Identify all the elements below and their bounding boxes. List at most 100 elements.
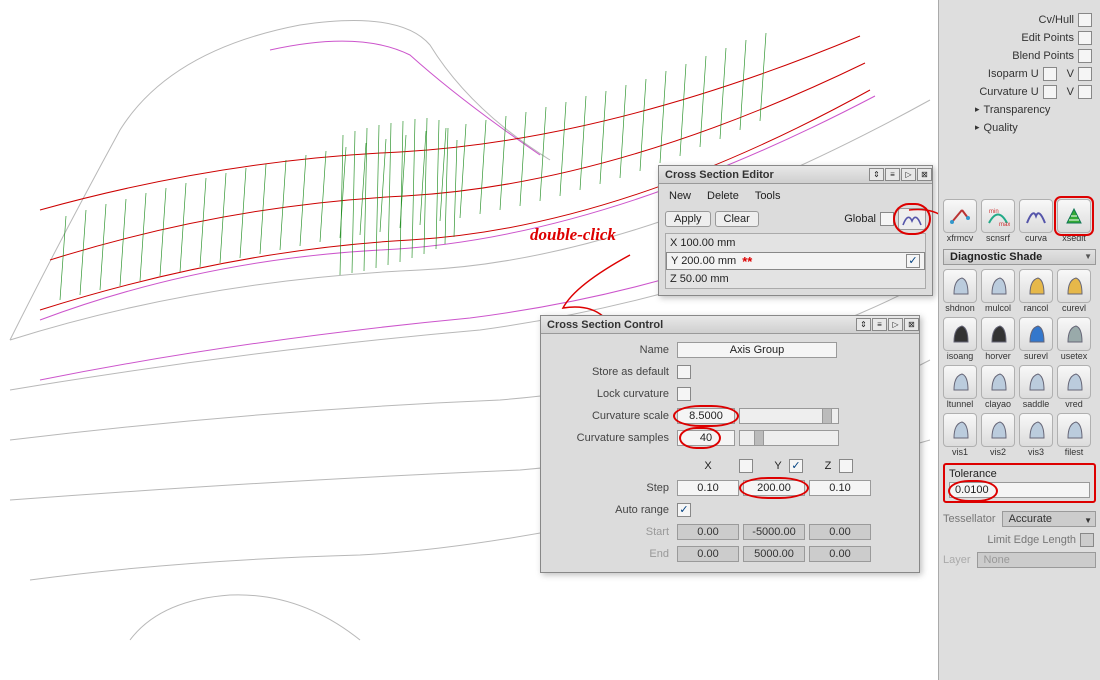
section-row-y[interactable]: Y 200.00 mm ** <box>666 252 925 270</box>
name-label: Name <box>547 344 677 356</box>
saddle-tool[interactable] <box>1019 365 1053 399</box>
section-row-x[interactable]: X 100.00 mm <box>666 234 925 252</box>
shdnon-tool[interactable] <box>943 269 977 303</box>
cross-section-editor-panel: Cross Section Editor ⇕ ≡ ▷ ⊠ New Delete … <box>658 165 933 296</box>
start-y-field: -5000.00 <box>743 524 805 540</box>
shdnon-label: shdnon <box>943 303 977 313</box>
arrow-right-icon[interactable]: ▸ <box>975 122 980 133</box>
svg-text:max: max <box>999 222 1010 228</box>
start-x-field: 0.00 <box>677 524 739 540</box>
lock-curvature-check[interactable] <box>677 387 691 401</box>
clear-button[interactable]: Clear <box>715 211 759 227</box>
right-icon[interactable]: ▷ <box>901 168 916 181</box>
cv-hull-label: Cv/Hull <box>1039 14 1074 26</box>
diagnostic-shade-header[interactable]: Diagnostic Shade ▼ <box>943 249 1096 265</box>
right-column: Cv/Hull Edit Points Blend Points Isoparm… <box>938 0 1100 680</box>
mulcol-tool[interactable] <box>981 269 1015 303</box>
lock-curvature-label: Lock curvature <box>547 388 677 400</box>
scnsrf-tool[interactable]: minmax <box>981 199 1015 233</box>
close-icon[interactable]: ⊠ <box>904 318 919 331</box>
isoparm-v-label: V <box>1067 68 1074 80</box>
curvature-scale-label: Curvature scale <box>547 410 677 422</box>
close-icon[interactable]: ⊠ <box>917 168 932 181</box>
apply-button[interactable]: Apply <box>665 211 711 227</box>
isoparm-u-check[interactable] <box>1043 67 1057 81</box>
curvature-scale-slider[interactable] <box>739 408 839 424</box>
cross-section-control-panel: Cross Section Control ⇕ ≡ ▷ ⊠ Name Axis … <box>540 315 920 573</box>
menu-delete[interactable]: Delete <box>707 190 739 202</box>
curvature-u-check[interactable] <box>1043 85 1057 99</box>
curevl-tool[interactable] <box>1057 269 1091 303</box>
usetex-label: usetex <box>1057 351 1091 361</box>
vis2-tool[interactable] <box>981 413 1015 447</box>
store-default-label: Store as default <box>547 366 677 378</box>
collapse-icon[interactable]: ⇕ <box>869 168 884 181</box>
menu-icon[interactable]: ≡ <box>872 318 887 331</box>
collapse-icon[interactable]: ⇕ <box>856 318 871 331</box>
z-label: Z <box>817 460 839 472</box>
blend-points-label: Blend Points <box>1012 50 1074 62</box>
xfrmcv-tool[interactable] <box>943 199 977 233</box>
step-z-field[interactable]: 0.10 <box>809 480 871 496</box>
clayao-tool[interactable] <box>981 365 1015 399</box>
filest-tool[interactable] <box>1057 413 1091 447</box>
curvature-v-check[interactable] <box>1078 85 1092 99</box>
transparency-label[interactable]: Transparency <box>984 104 1051 116</box>
auto-range-check[interactable] <box>677 503 691 517</box>
cv-hull-check[interactable] <box>1078 13 1092 27</box>
tolerance-group: Tolerance 0.0100 <box>943 463 1096 503</box>
tolerance-field[interactable]: 0.0100 <box>949 482 1090 498</box>
edit-points-label: Edit Points <box>1021 32 1074 44</box>
arrow-right-icon[interactable]: ▸ <box>975 104 980 115</box>
menu-tools[interactable]: Tools <box>755 190 781 202</box>
annotation-double-click: double-click <box>530 225 616 245</box>
quality-label[interactable]: Quality <box>984 122 1018 134</box>
store-default-check[interactable] <box>677 365 691 379</box>
end-x-field: 0.00 <box>677 546 739 562</box>
limit-edge-check[interactable] <box>1080 533 1094 547</box>
x-check[interactable] <box>739 459 753 473</box>
tessellator-value: Accurate <box>1009 513 1052 525</box>
global-check[interactable] <box>880 212 894 226</box>
curvature-samples-field[interactable]: 40 <box>677 430 735 446</box>
usetex-tool[interactable] <box>1057 317 1091 351</box>
menu-icon[interactable]: ≡ <box>885 168 900 181</box>
rancol-tool[interactable] <box>1019 269 1053 303</box>
section-row-z[interactable]: Z 50.00 mm <box>666 270 925 288</box>
filest-label: filest <box>1057 447 1091 457</box>
menu-new[interactable]: New <box>669 190 691 202</box>
right-icon[interactable]: ▷ <box>888 318 903 331</box>
z-check[interactable] <box>839 459 853 473</box>
scnsrf-tool-label: scnsrf <box>981 233 1015 243</box>
section-row-y-label: Y 200.00 mm <box>671 255 736 267</box>
mulcol-label: mulcol <box>981 303 1015 313</box>
step-x-field[interactable]: 0.10 <box>677 480 739 496</box>
vis3-tool[interactable] <box>1019 413 1053 447</box>
vis1-tool[interactable] <box>943 413 977 447</box>
edit-points-check[interactable] <box>1078 31 1092 45</box>
surevl-tool[interactable] <box>1019 317 1053 351</box>
global-scope-icon[interactable] <box>898 208 926 230</box>
editor-title: Cross Section Editor <box>665 169 868 181</box>
step-y-field[interactable]: 200.00 <box>743 480 805 496</box>
blend-points-check[interactable] <box>1078 49 1092 63</box>
ltunnel-tool[interactable] <box>943 365 977 399</box>
isoang-label: isoang <box>943 351 977 361</box>
tessellator-select[interactable]: Accurate ▼ <box>1002 511 1096 527</box>
y-check[interactable] <box>789 459 803 473</box>
vred-tool[interactable] <box>1057 365 1091 399</box>
curevl-label: curevl <box>1057 303 1091 313</box>
isoparm-v-check[interactable] <box>1078 67 1092 81</box>
curvature-scale-field[interactable]: 8.5000 <box>677 408 735 424</box>
control-title: Cross Section Control <box>547 319 855 331</box>
global-label: Global <box>844 213 876 225</box>
horver-tool[interactable] <box>981 317 1015 351</box>
name-field[interactable]: Axis Group <box>677 342 837 358</box>
isoang-tool[interactable] <box>943 317 977 351</box>
curvature-samples-slider[interactable] <box>739 430 839 446</box>
vis3-label: vis3 <box>1019 447 1053 457</box>
end-z-field: 0.00 <box>809 546 871 562</box>
section-row-y-check[interactable] <box>906 254 920 268</box>
xsedit-tool[interactable] <box>1057 199 1091 233</box>
curva-tool[interactable] <box>1019 199 1053 233</box>
